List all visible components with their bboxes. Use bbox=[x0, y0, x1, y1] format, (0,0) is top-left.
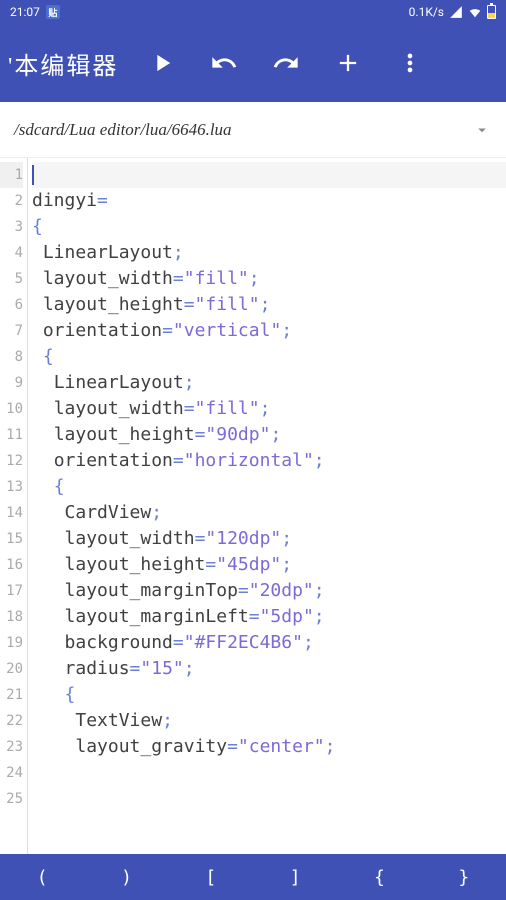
code-line[interactable]: { bbox=[32, 344, 506, 370]
path-bar[interactable]: /sdcard/Lua editor/lua/6646.lua bbox=[0, 102, 506, 158]
line-number: 3 bbox=[0, 214, 23, 240]
line-number: 10 bbox=[0, 396, 23, 422]
code-editor[interactable]: 1234567891011121314151617181920212223242… bbox=[0, 158, 506, 854]
play-icon bbox=[148, 49, 176, 77]
redo-button[interactable] bbox=[258, 35, 314, 91]
symbol-key[interactable]: { bbox=[337, 867, 421, 888]
run-button[interactable] bbox=[134, 35, 190, 91]
code-line[interactable]: dingyi= bbox=[32, 188, 506, 214]
line-number: 22 bbox=[0, 708, 23, 734]
status-left: 21:07 贴 bbox=[10, 5, 60, 19]
network-speed: 0.1K/s bbox=[409, 5, 444, 19]
line-number: 18 bbox=[0, 604, 23, 630]
status-right: 0.1K/s bbox=[409, 5, 496, 19]
code-area[interactable]: dingyi={ LinearLayout; layout_width="fil… bbox=[28, 158, 506, 854]
line-number: 8 bbox=[0, 344, 23, 370]
symbol-key[interactable]: [ bbox=[169, 867, 253, 888]
line-number: 11 bbox=[0, 422, 23, 448]
path-dropdown[interactable] bbox=[472, 120, 492, 140]
symbol-key[interactable]: ] bbox=[253, 867, 337, 888]
line-number: 13 bbox=[0, 474, 23, 500]
line-number: 6 bbox=[0, 292, 23, 318]
file-path: /sdcard/Lua editor/lua/6646.lua bbox=[14, 120, 472, 140]
undo-icon bbox=[210, 49, 238, 77]
symbol-key[interactable]: ( bbox=[0, 867, 84, 888]
toolbar: '本编辑器 bbox=[0, 24, 506, 102]
line-number: 21 bbox=[0, 682, 23, 708]
line-gutter: 1234567891011121314151617181920212223242… bbox=[0, 158, 28, 854]
battery-icon bbox=[487, 5, 496, 19]
symbol-key[interactable]: } bbox=[422, 867, 506, 888]
wifi-icon bbox=[468, 5, 482, 19]
add-button[interactable] bbox=[320, 35, 376, 91]
more-vert-icon bbox=[396, 49, 424, 77]
chevron-down-icon bbox=[473, 121, 491, 139]
code-line[interactable]: background="#FF2EC4B6"; bbox=[32, 630, 506, 656]
code-line[interactable]: orientation="vertical"; bbox=[32, 318, 506, 344]
code-line[interactable]: LinearLayout; bbox=[32, 370, 506, 396]
code-line[interactable]: layout_marginTop="20dp"; bbox=[32, 578, 506, 604]
line-number: 23 bbox=[0, 734, 23, 760]
redo-icon bbox=[272, 49, 300, 77]
code-line[interactable]: layout_height="fill"; bbox=[32, 292, 506, 318]
more-button[interactable] bbox=[382, 35, 438, 91]
line-number: 25 bbox=[0, 786, 23, 812]
code-line[interactable]: layout_marginLeft="5dp"; bbox=[32, 604, 506, 630]
status-bar: 21:07 贴 0.1K/s bbox=[0, 0, 506, 24]
code-line[interactable]: layout_width="120dp"; bbox=[32, 526, 506, 552]
line-number: 1 bbox=[0, 162, 23, 188]
code-line[interactable]: TextView; bbox=[32, 708, 506, 734]
line-number: 9 bbox=[0, 370, 23, 396]
undo-button[interactable] bbox=[196, 35, 252, 91]
line-number: 14 bbox=[0, 500, 23, 526]
line-number: 19 bbox=[0, 630, 23, 656]
code-line[interactable]: LinearLayout; bbox=[32, 240, 506, 266]
line-number: 4 bbox=[0, 240, 23, 266]
line-number: 15 bbox=[0, 526, 23, 552]
code-line[interactable]: layout_width="fill"; bbox=[32, 396, 506, 422]
plus-icon bbox=[334, 49, 362, 77]
code-line[interactable]: { bbox=[32, 682, 506, 708]
code-line[interactable] bbox=[32, 162, 506, 188]
line-number: 12 bbox=[0, 448, 23, 474]
line-number: 17 bbox=[0, 578, 23, 604]
code-line[interactable]: { bbox=[32, 214, 506, 240]
line-number: 24 bbox=[0, 760, 23, 786]
code-line[interactable]: layout_height="45dp"; bbox=[32, 552, 506, 578]
code-line[interactable]: CardView; bbox=[32, 500, 506, 526]
symbol-key[interactable]: ) bbox=[84, 867, 168, 888]
signal-icon bbox=[449, 5, 463, 19]
symbol-bar: ()[]{} bbox=[0, 854, 506, 900]
code-line[interactable]: layout_gravity="center"; bbox=[32, 734, 506, 760]
line-number: 16 bbox=[0, 552, 23, 578]
code-line[interactable]: { bbox=[32, 474, 506, 500]
code-line[interactable]: layout_height="90dp"; bbox=[32, 422, 506, 448]
code-line[interactable]: layout_width="fill"; bbox=[32, 266, 506, 292]
app-title: '本编辑器 bbox=[8, 46, 118, 81]
tieba-icon: 贴 bbox=[46, 5, 60, 19]
line-number: 5 bbox=[0, 266, 23, 292]
line-number: 2 bbox=[0, 188, 23, 214]
code-line[interactable]: radius="15"; bbox=[32, 656, 506, 682]
line-number: 20 bbox=[0, 656, 23, 682]
code-line[interactable]: orientation="horizontal"; bbox=[32, 448, 506, 474]
status-time: 21:07 bbox=[10, 5, 40, 19]
line-number: 7 bbox=[0, 318, 23, 344]
